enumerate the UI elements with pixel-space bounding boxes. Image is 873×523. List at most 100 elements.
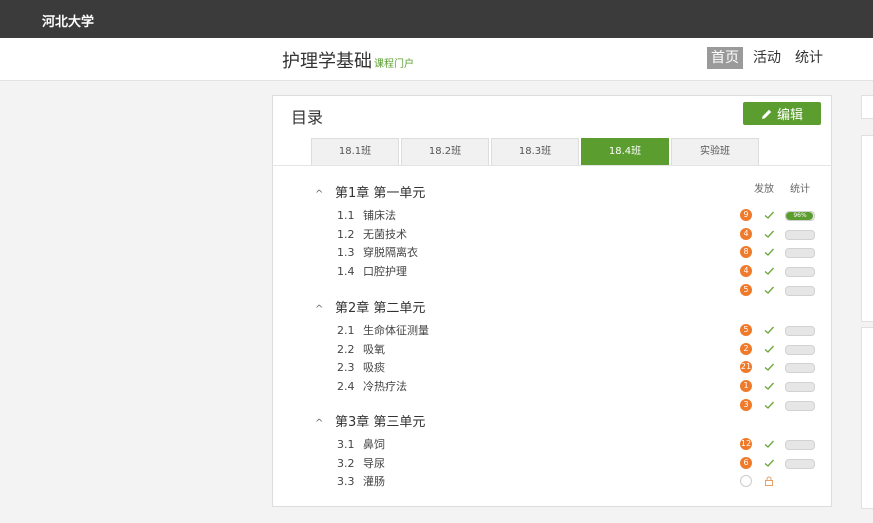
progress-bar[interactable] (785, 285, 815, 296)
lesson-item[interactable]: 1.2 无菌技术 (337, 226, 407, 242)
lesson-name: 吸氧 (363, 342, 385, 356)
tab-divider (273, 165, 831, 166)
progress-bar[interactable]: 96% (785, 211, 815, 221)
catalog-panel: 目录 编辑 18.1班 18.2班 18.3班 18.4班 实验班 发放 统计 … (272, 95, 832, 507)
count-badge[interactable]: 8 (740, 246, 752, 259)
nav-statistics[interactable]: 统计 (791, 47, 827, 69)
tab-lab-class[interactable]: 实验班 (671, 138, 759, 166)
course-header: 护理学基础 课程门户 首页 活动 统计 (0, 38, 873, 81)
count-badge[interactable]: 12 (740, 438, 752, 450)
progress-bar[interactable] (785, 382, 815, 393)
progress-bar[interactable] (785, 400, 815, 411)
tab-18-3[interactable]: 18.3班 (491, 138, 579, 166)
count-badge[interactable]: 5 (740, 283, 752, 296)
lesson-item[interactable]: 3.2 导尿 (337, 455, 385, 471)
progress-bar[interactable] (785, 326, 815, 336)
lesson-number: 1.3 (337, 246, 355, 260)
progress-bar[interactable] (785, 229, 815, 240)
tab-18-2[interactable]: 18.2班 (401, 138, 489, 166)
lesson-name: 生命体征测量 (363, 324, 429, 337)
count-badge[interactable]: 21 (740, 361, 752, 374)
side-panel-top (861, 135, 873, 322)
lock-icon[interactable] (764, 476, 774, 487)
lesson-number: 1.1 (337, 209, 355, 222)
check-icon[interactable] (763, 457, 775, 469)
check-icon[interactable] (763, 284, 775, 296)
chapter-label: 第3章 第三单元 (335, 415, 426, 430)
column-publish: 发放 (754, 184, 774, 195)
tab-18-4[interactable]: 18.4班 (581, 138, 669, 166)
course-title: 护理学基础 课程门户 (282, 47, 414, 73)
check-icon[interactable] (763, 246, 775, 258)
check-icon[interactable] (763, 399, 775, 411)
nav-home[interactable]: 首页 (707, 47, 743, 69)
progress-bar[interactable] (785, 458, 815, 469)
chapter-label: 第2章 第二单元 (335, 301, 426, 316)
count-badge[interactable] (740, 475, 752, 488)
check-icon[interactable] (763, 228, 775, 240)
lesson-number: 1.4 (337, 265, 355, 279)
tab-18-1[interactable]: 18.1班 (311, 138, 399, 166)
lesson-name: 鼻饲 (363, 438, 385, 451)
chapter-title[interactable]: ^ 第3章 第三单元 (315, 411, 425, 430)
side-search-box[interactable] (861, 95, 873, 119)
lesson-item[interactable]: 2.4 冷热疗法 (337, 378, 407, 394)
check-icon[interactable] (763, 265, 775, 277)
class-tabs: 18.1班 18.2班 18.3班 18.4班 实验班 (311, 138, 759, 166)
lesson-name: 无菌技术 (363, 227, 407, 241)
lesson-number: 3.3 (337, 475, 355, 489)
count-badge[interactable]: 6 (740, 456, 752, 469)
lesson-item[interactable]: 2.3 吸痰 (337, 359, 385, 375)
count-badge[interactable]: 4 (740, 227, 752, 240)
chevron-up-icon[interactable]: ^ (315, 304, 327, 315)
chapter-title[interactable]: ^ 第2章 第二单元 (315, 297, 425, 316)
course-portal-label: 课程门户 (374, 59, 414, 70)
lesson-name: 冷热疗法 (363, 380, 407, 394)
check-icon[interactable] (763, 324, 775, 336)
course-name: 护理学基础 (282, 51, 372, 72)
chapter-label: 第1章 第一单元 (335, 186, 426, 201)
chevron-up-icon[interactable]: ^ (315, 418, 327, 429)
lesson-name: 导尿 (363, 456, 385, 470)
university-name[interactable]: 河北大学 (42, 11, 94, 30)
progress-bar[interactable] (785, 248, 815, 259)
column-statistics: 统计 (790, 184, 810, 195)
count-badge[interactable]: 4 (740, 265, 752, 278)
lesson-item[interactable]: 1.3 穿脱隔离衣 (337, 244, 418, 260)
lesson-name: 灌肠 (363, 475, 385, 489)
count-badge[interactable]: 1 (740, 380, 752, 393)
catalog-title: 目录 (291, 108, 324, 127)
count-badge[interactable]: 9 (740, 209, 752, 221)
chevron-up-icon[interactable]: ^ (315, 189, 327, 200)
lesson-name: 铺床法 (363, 209, 396, 222)
progress-bar[interactable] (785, 363, 815, 374)
lesson-item[interactable]: 1.1 铺床法 (337, 207, 396, 223)
nav-activities[interactable]: 活动 (749, 47, 785, 69)
lesson-name: 吸痰 (363, 361, 385, 375)
lesson-item[interactable]: 3.3 灌肠 (337, 473, 385, 489)
lesson-item[interactable]: 2.2 吸氧 (337, 341, 385, 357)
check-icon[interactable] (763, 380, 775, 392)
course-nav: 首页 活动 统计 (707, 47, 827, 69)
chapter-title[interactable]: ^ 第1章 第一单元 (315, 182, 425, 201)
lesson-item[interactable]: 3.1 鼻饲 (337, 436, 385, 452)
check-icon[interactable] (763, 361, 775, 373)
progress-bar[interactable] (785, 267, 815, 278)
count-badge[interactable]: 3 (740, 398, 752, 411)
count-badge[interactable]: 2 (740, 342, 752, 355)
pencil-icon (761, 109, 772, 119)
check-icon[interactable] (763, 343, 775, 355)
lesson-number: 2.1 (337, 324, 355, 337)
progress-bar[interactable] (785, 440, 815, 450)
edit-button[interactable]: 编辑 (743, 102, 821, 125)
lesson-number: 3.1 (337, 438, 355, 451)
lesson-item[interactable]: 2.1 生命体征测量 (337, 322, 429, 338)
lesson-number: 2.3 (337, 361, 355, 375)
count-badge[interactable]: 5 (740, 324, 752, 336)
lesson-number: 1.2 (337, 227, 355, 241)
check-icon[interactable] (763, 209, 775, 221)
side-panel-bottom (861, 327, 873, 509)
progress-bar[interactable] (785, 344, 815, 355)
check-icon[interactable] (763, 438, 775, 450)
lesson-item[interactable]: 1.4 口腔护理 (337, 263, 407, 279)
